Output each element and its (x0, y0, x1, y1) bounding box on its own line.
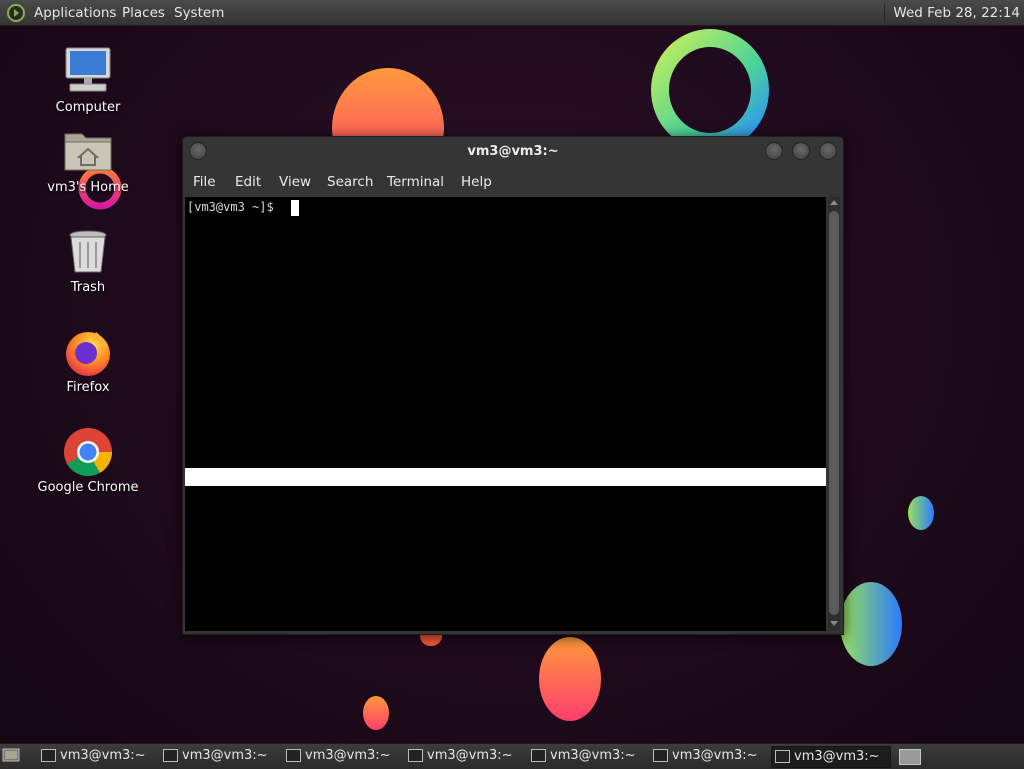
maximize-button[interactable] (792, 142, 810, 160)
taskbar-item-label: vm3@vm3:~ (182, 748, 268, 763)
clock[interactable]: Wed Feb 28, 22:14 (884, 4, 1020, 22)
desktop-icon-label: vm3's Home (47, 180, 129, 195)
taskbar-item-active[interactable]: vm3@vm3:~ (771, 746, 891, 768)
system-menu[interactable]: System (174, 4, 224, 22)
terminal-icon (41, 749, 56, 762)
firefox-icon (62, 326, 114, 378)
desktop-icon-home[interactable]: vm3's Home (28, 126, 148, 195)
minimize-button[interactable] (765, 142, 783, 160)
taskbar-item-label: vm3@vm3:~ (794, 749, 880, 764)
taskbar-item[interactable]: vm3@vm3:~ (528, 746, 636, 766)
taskbar-item-label: vm3@vm3:~ (305, 748, 391, 763)
terminal-icon (286, 749, 301, 762)
menu-view[interactable]: View (279, 173, 311, 191)
taskbar-item[interactable]: vm3@vm3:~ (650, 746, 758, 766)
desktop-icon-label: Computer (55, 100, 121, 115)
text-cursor (291, 200, 299, 216)
terminal-icon (163, 749, 178, 762)
workspace-switcher[interactable] (899, 749, 921, 765)
desktop-icon-firefox[interactable]: Firefox (28, 326, 148, 395)
terminal-window[interactable]: vm3@vm3:~ File Edit View Search Terminal… (182, 136, 844, 635)
trash-icon (62, 226, 114, 278)
home-folder-icon (62, 126, 114, 178)
desktop-icon-trash[interactable]: Trash (28, 226, 148, 295)
vertical-scrollbar[interactable] (828, 197, 840, 631)
window-titlebar[interactable]: vm3@vm3:~ (183, 137, 843, 167)
desktop-icon-label: Trash (70, 280, 106, 295)
terminal-icon (531, 749, 546, 762)
highlighted-line (185, 468, 826, 486)
taskbar-item-label: vm3@vm3:~ (672, 748, 758, 763)
bottom-taskbar: vm3@vm3:~ vm3@vm3:~ vm3@vm3:~ vm3@vm3:~ … (0, 743, 1024, 769)
computer-icon (62, 46, 114, 98)
scroll-down-icon[interactable] (830, 621, 838, 626)
show-desktop-icon[interactable] (2, 747, 20, 763)
terminal-icon (653, 749, 668, 762)
desktop-icon-computer[interactable]: Computer (28, 46, 148, 115)
terminal-menubar: File Edit View Search Terminal Help (183, 169, 843, 195)
chrome-icon (62, 426, 114, 478)
taskbar-item-label: vm3@vm3:~ (550, 748, 636, 763)
taskbar-item[interactable]: vm3@vm3:~ (405, 746, 513, 766)
close-button[interactable] (819, 142, 837, 160)
desktop-icon-label: Google Chrome (37, 480, 139, 495)
menu-edit[interactable]: Edit (235, 173, 261, 191)
desktop-icon-chrome[interactable]: Google Chrome (28, 426, 148, 495)
shell-prompt: [vm3@vm3 ~]$ (187, 200, 274, 214)
applications-menu[interactable]: Applications (34, 4, 116, 22)
terminal-icon (775, 750, 790, 763)
desktop-icon-label: Firefox (66, 380, 110, 395)
top-panel: Applications Places System Wed Feb 28, 2… (0, 0, 1024, 26)
taskbar-item[interactable]: vm3@vm3:~ (38, 746, 146, 766)
taskbar-item[interactable]: vm3@vm3:~ (160, 746, 268, 766)
taskbar-item-label: vm3@vm3:~ (427, 748, 513, 763)
taskbar-item[interactable]: vm3@vm3:~ (283, 746, 391, 766)
scroll-thumb[interactable] (829, 211, 839, 615)
applications-menu-icon[interactable] (6, 3, 26, 23)
terminal-icon (408, 749, 423, 762)
terminal-output[interactable]: [vm3@vm3 ~]$ (185, 197, 826, 631)
menu-search[interactable]: Search (327, 173, 373, 191)
menu-help[interactable]: Help (461, 173, 492, 191)
menu-terminal[interactable]: Terminal (387, 173, 444, 191)
taskbar-item-label: vm3@vm3:~ (60, 748, 146, 763)
scroll-up-icon[interactable] (830, 200, 838, 205)
window-title: vm3@vm3:~ (467, 144, 559, 159)
menu-file[interactable]: File (193, 173, 216, 191)
places-menu[interactable]: Places (122, 4, 165, 22)
